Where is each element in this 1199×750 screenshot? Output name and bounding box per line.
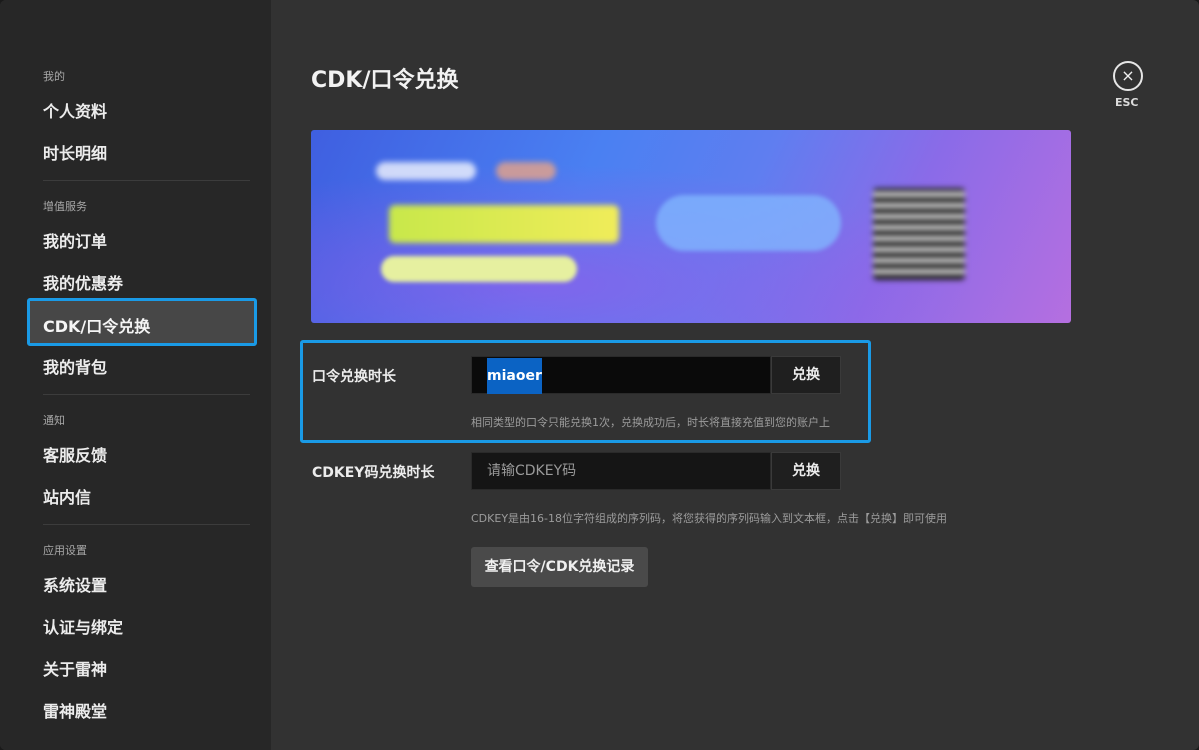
password-hint: 相同类型的口令只能兑换1次，兑换成功后，时长将直接充值到您的账户上 [471,414,830,430]
sidebar-item-system-settings[interactable]: 系统设置 [43,572,107,596]
banner-logo [496,162,556,180]
page-title: CDK/口令兑换 [311,62,459,94]
close-label: ESC [1115,96,1139,109]
password-label: 口令兑换时长 [312,366,396,386]
banner-logo [376,162,476,180]
sidebar-item-orders[interactable]: 我的订单 [43,228,107,252]
sidebar-divider [43,524,250,525]
qr-code [873,188,965,280]
sidebar-divider [43,394,250,395]
cdkey-redeem-button[interactable]: 兑换 [771,452,841,490]
sidebar-item-coupons[interactable]: 我的优惠券 [43,270,123,294]
sidebar-item-about[interactable]: 关于雷神 [43,656,107,680]
section-title-mine: 我的 [43,68,65,84]
sidebar-item-cdk-redeem[interactable]: CDK/口令兑换 [27,298,257,346]
password-input-value: miaoer [487,358,542,394]
password-redeem-button[interactable]: 兑换 [771,356,841,394]
password-input[interactable]: miaoer [471,356,771,394]
sidebar-item-label: CDK/口令兑换 [43,313,150,337]
sidebar-item-duration-details[interactable]: 时长明细 [43,140,107,164]
sidebar-item-profile[interactable]: 个人资料 [43,98,107,122]
banner-headline [389,205,619,243]
sidebar-item-backpack[interactable]: 我的背包 [43,354,107,378]
sidebar: 我的 个人资料 时长明细 增值服务 我的订单 我的优惠券 CDK/口令兑换 我的… [0,0,271,750]
banner-subtitle [381,256,577,282]
sidebar-item-inbox[interactable]: 站内信 [43,484,91,508]
cdkey-input[interactable] [472,453,770,489]
section-title-value-added: 增值服务 [43,198,87,214]
redeem-history-button[interactable]: 查看口令/CDK兑换记录 [471,547,648,587]
banner-card [656,195,841,251]
close-icon[interactable]: × [1113,61,1143,91]
sidebar-item-hall[interactable]: 雷神殿堂 [43,698,107,722]
cdkey-hint: CDKEY是由16-18位字符组成的序列码，将您获得的序列码输入到文本框，点击【… [471,510,947,526]
sidebar-item-auth-binding[interactable]: 认证与绑定 [43,614,123,638]
cdkey-label: CDKEY码兑换时长 [312,462,434,482]
section-title-notifications: 通知 [43,412,65,428]
promo-banner[interactable] [311,130,1071,323]
sidebar-item-feedback[interactable]: 客服反馈 [43,442,107,466]
cdkey-input-box[interactable] [471,452,771,490]
section-title-app-settings: 应用设置 [43,542,87,558]
settings-window: 我的 个人资料 时长明细 增值服务 我的订单 我的优惠券 CDK/口令兑换 我的… [0,0,1199,750]
sidebar-divider [43,180,250,181]
